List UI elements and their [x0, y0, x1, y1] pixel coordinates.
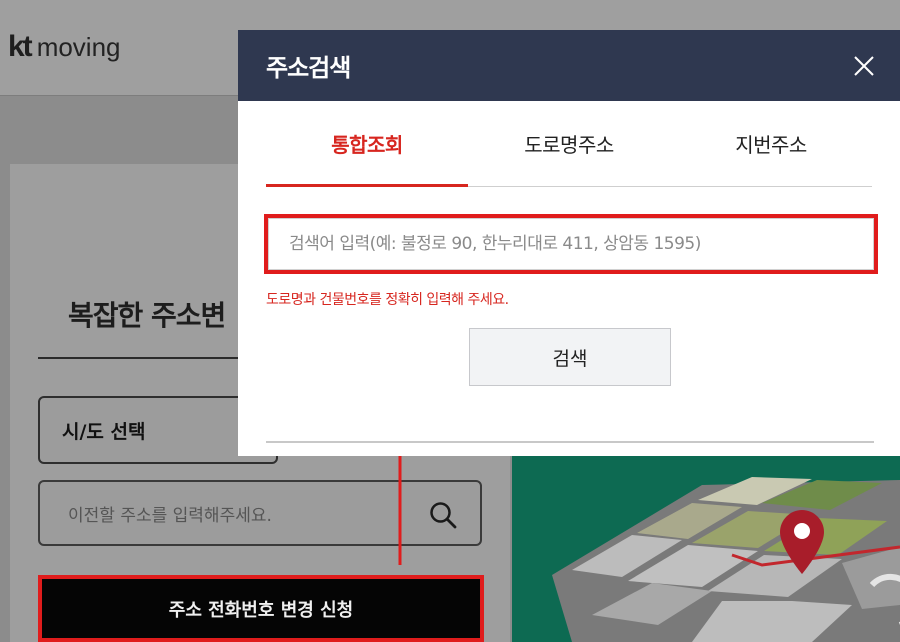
- address-input-placeholder: 이전할 주소를 입력해주세요.: [68, 505, 272, 526]
- map-illustration: [512, 455, 900, 642]
- logo-brand: kt: [8, 30, 33, 63]
- apply-change-button[interactable]: 주소 전화번호 변경 신청: [38, 575, 484, 642]
- search-tabs: 통합조회 도로명주소 지번주소: [266, 101, 872, 187]
- search-icon[interactable]: [428, 500, 458, 530]
- apply-change-label: 주소 전화번호 변경 신청: [168, 599, 354, 621]
- tab-lot-address[interactable]: 지번주소: [670, 101, 872, 186]
- modal-title: 주소검색: [266, 54, 351, 82]
- search-button[interactable]: 검색: [469, 328, 671, 386]
- modal-header: 주소검색: [238, 30, 900, 101]
- search-hint: 도로명과 건물번호를 정확히 입력해 주세요.: [266, 292, 509, 308]
- search-field-highlight: [264, 214, 878, 274]
- kt-moving-logo[interactable]: kt moving: [8, 30, 121, 64]
- modal-divider: [266, 441, 874, 443]
- sido-select-label: 시/도 선택: [62, 420, 146, 443]
- tab-road-address[interactable]: 도로명주소: [468, 101, 670, 186]
- page-title: 복잡한 주소변: [68, 299, 226, 332]
- title-underline: [38, 357, 238, 359]
- map-illustration-graphic: [552, 477, 900, 642]
- search-input[interactable]: [268, 218, 874, 270]
- close-icon[interactable]: [852, 54, 876, 78]
- address-search-modal: 주소검색 통합조회 도로명주소 지번주소 도로명과 건물번호를 정확히 입력해 …: [238, 30, 900, 456]
- logo-name: moving: [36, 32, 121, 62]
- tab-integrated[interactable]: 통합조회: [266, 101, 468, 187]
